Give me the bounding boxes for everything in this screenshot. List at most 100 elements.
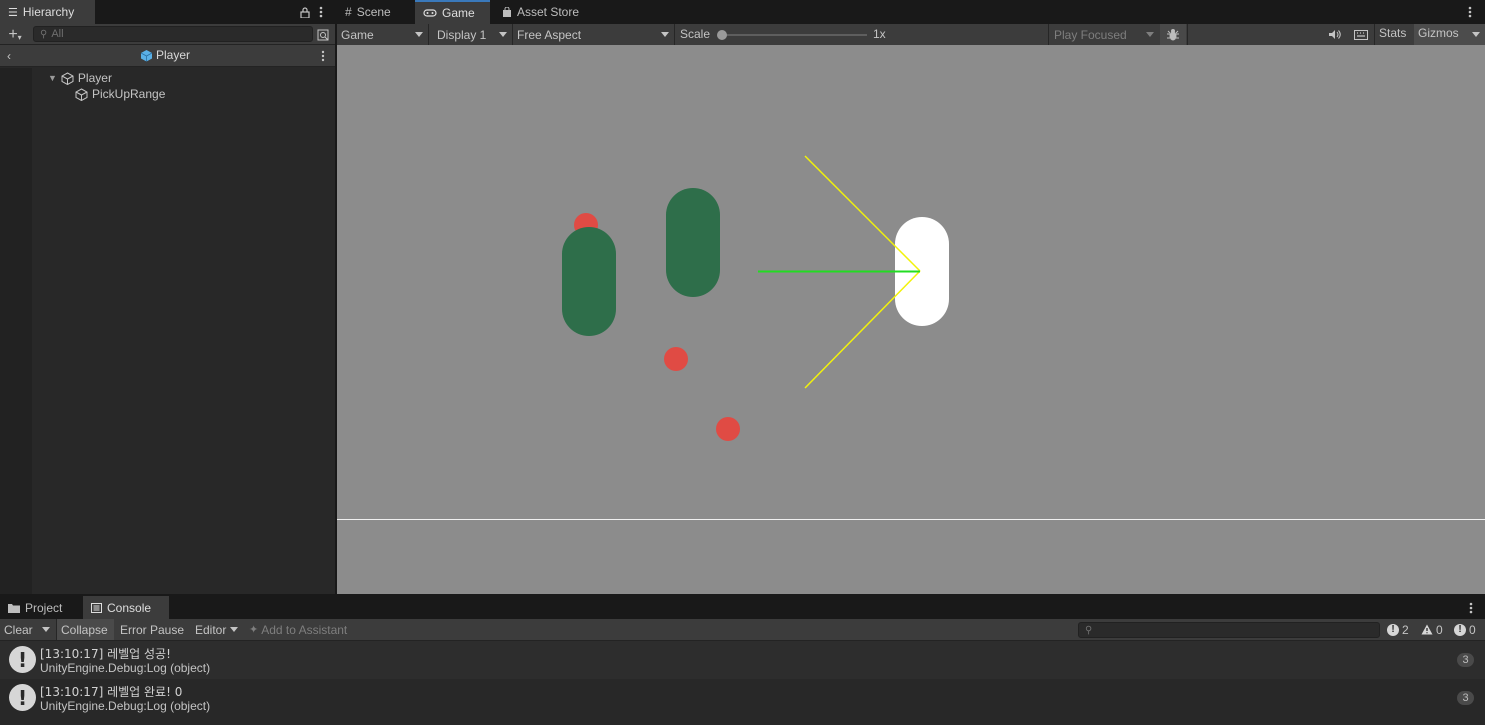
prefab-title-label: Player bbox=[156, 48, 191, 62]
clear-options-dropdown[interactable] bbox=[38, 619, 56, 640]
expand-arrow-icon[interactable]: ▼ bbox=[48, 73, 57, 83]
console-more-icon[interactable] bbox=[1466, 601, 1476, 615]
bug-icon bbox=[1167, 28, 1179, 40]
bottom-tabbar: Project Console bbox=[0, 596, 1485, 619]
aspect-dropdown[interactable]: Free Aspect bbox=[513, 25, 673, 44]
play-mode-dropdown[interactable]: Play Focused bbox=[1050, 25, 1158, 44]
stats-button[interactable]: Stats bbox=[1379, 26, 1406, 40]
display-dropdown[interactable]: Display 1 bbox=[433, 25, 511, 44]
enemy-capsule bbox=[666, 188, 720, 297]
log-stacktrace: UnityEngine.Debug:Log (object) bbox=[40, 699, 211, 713]
add-to-assistant-button[interactable]: ✦ Add to Assistant bbox=[245, 619, 351, 640]
sparkle-icon: ✦ bbox=[249, 624, 259, 636]
hierarchy-search[interactable]: ⚲ bbox=[33, 26, 313, 42]
tree-item-label: PickUpRange bbox=[92, 87, 166, 101]
game-panel: # Scene Game Asset Store Game Display 1 … bbox=[337, 0, 1485, 594]
aspect-label: Free Aspect bbox=[517, 27, 582, 42]
editor-dropdown[interactable]: Editor bbox=[191, 619, 242, 640]
info-log-icon: ! bbox=[9, 646, 36, 673]
more-options-icon[interactable] bbox=[316, 4, 326, 20]
scale-slider-handle[interactable] bbox=[717, 30, 727, 40]
chevron-down-icon bbox=[661, 32, 669, 37]
tab-asset-store[interactable]: Asset Store bbox=[494, 0, 594, 24]
hierarchy-gutter bbox=[0, 68, 32, 594]
error-filter-toggle[interactable]: ! 0 bbox=[1450, 619, 1480, 640]
console-search-input[interactable] bbox=[1096, 624, 1379, 636]
enemy-capsule bbox=[562, 227, 616, 336]
tab-console-label: Console bbox=[107, 600, 152, 615]
log-message: [13:10:17] 레벨업 성공! bbox=[40, 647, 171, 661]
warning-filter-toggle[interactable]: 0 bbox=[1417, 619, 1447, 640]
scale-label: Scale bbox=[680, 27, 711, 41]
info-filter-toggle[interactable]: ! 2 bbox=[1383, 619, 1413, 640]
gizmos-label: Gizmos bbox=[1418, 26, 1459, 40]
scale-value: 1x bbox=[873, 27, 886, 41]
gizmos-button[interactable]: Gizmos bbox=[1414, 24, 1485, 45]
debug-toggle[interactable] bbox=[1160, 24, 1186, 45]
game-tabbar: # Scene Game Asset Store bbox=[337, 0, 1485, 24]
info-icon: ! bbox=[1387, 623, 1399, 636]
error-pause-toggle[interactable]: Error Pause bbox=[116, 619, 188, 640]
game-render bbox=[337, 155, 1485, 520]
console-toolbar: Clear Collapse Error Pause Editor ✦ Add t… bbox=[0, 619, 1485, 641]
console-log-entry[interactable]: ! [13:10:17] 레벨업 완료! 0 UnityEngine.Debug… bbox=[0, 679, 1485, 717]
info-count: 2 bbox=[1402, 622, 1409, 637]
prefab-cube-icon bbox=[140, 49, 153, 61]
game-viewport[interactable] bbox=[337, 45, 1485, 594]
editor-label: Editor bbox=[195, 622, 227, 637]
back-arrow-icon[interactable]: ‹ bbox=[3, 48, 15, 64]
search-icon: ⚲ bbox=[40, 28, 48, 40]
warning-count: 0 bbox=[1436, 622, 1443, 637]
clear-button[interactable]: Clear bbox=[0, 619, 38, 640]
log-count-badge: 3 bbox=[1457, 653, 1474, 667]
log-message: [13:10:17] 레벨업 완료! 0 bbox=[40, 685, 183, 699]
log-count-badge: 3 bbox=[1457, 691, 1474, 705]
view-cone-ray bbox=[804, 155, 921, 272]
search-by-type-icon[interactable] bbox=[316, 27, 330, 42]
tab-hierarchy-label: Hierarchy bbox=[22, 5, 75, 19]
tab-console[interactable]: Console bbox=[83, 596, 169, 619]
mute-audio-icon[interactable] bbox=[1326, 27, 1342, 42]
lock-icon[interactable] bbox=[298, 4, 312, 20]
console-panel: Project Console Clear Collapse Error Pau… bbox=[0, 596, 1485, 725]
tab-game[interactable]: Game bbox=[415, 0, 490, 24]
clear-label: Clear bbox=[4, 622, 33, 637]
game-more-icon[interactable] bbox=[1465, 5, 1475, 19]
chevron-down-icon bbox=[499, 32, 507, 37]
chevron-down-icon bbox=[415, 32, 423, 37]
tree-item-pickuprange[interactable]: PickUpRange bbox=[75, 86, 165, 102]
prefab-more-icon[interactable] bbox=[319, 50, 327, 62]
tab-scene-label: Scene bbox=[356, 5, 391, 19]
error-icon: ! bbox=[1454, 623, 1466, 636]
warning-icon bbox=[1421, 624, 1433, 635]
shopping-bag-icon bbox=[503, 6, 511, 17]
shortcuts-keyboard-icon[interactable] bbox=[1353, 27, 1369, 42]
info-log-icon: ! bbox=[9, 684, 36, 711]
gameobject-cube-icon bbox=[75, 87, 88, 101]
gameobject-cube-icon bbox=[61, 71, 74, 85]
pickup-item bbox=[664, 347, 688, 371]
tab-project[interactable]: Project bbox=[0, 596, 80, 619]
tree-item-player[interactable]: ▼ Player bbox=[48, 70, 112, 86]
game-toolbar: Game Display 1 Free Aspect Scale 1x Play… bbox=[337, 24, 1485, 45]
collapse-label: Collapse bbox=[61, 622, 108, 637]
grid-icon: # bbox=[345, 5, 352, 19]
scale-slider-track[interactable] bbox=[719, 34, 867, 36]
console-icon bbox=[91, 602, 102, 613]
add-icon[interactable]: + ▾ bbox=[6, 26, 24, 43]
console-log-entry[interactable]: ! [13:10:17] 레벨업 성공! UnityEngine.Debug:L… bbox=[0, 641, 1485, 679]
hierarchy-search-input[interactable] bbox=[51, 28, 312, 40]
log-stacktrace: UnityEngine.Debug:Log (object) bbox=[40, 661, 211, 675]
collapse-toggle[interactable]: Collapse bbox=[57, 619, 114, 640]
chevron-down-icon[interactable] bbox=[1472, 32, 1480, 37]
tab-hierarchy[interactable]: ☰ Hierarchy bbox=[0, 0, 95, 24]
panel-divider[interactable] bbox=[335, 0, 337, 594]
tab-scene[interactable]: # Scene bbox=[337, 0, 412, 24]
console-search[interactable]: ⚲ bbox=[1078, 622, 1380, 638]
prefab-mode-bar: ‹ Player bbox=[0, 45, 335, 67]
view-mode-dropdown[interactable]: Game bbox=[337, 25, 427, 44]
assistant-label: Add to Assistant bbox=[261, 622, 348, 637]
tab-asset-store-label: Asset Store bbox=[517, 5, 580, 19]
prefab-title: Player bbox=[140, 48, 190, 62]
error-pause-label: Error Pause bbox=[120, 622, 185, 637]
